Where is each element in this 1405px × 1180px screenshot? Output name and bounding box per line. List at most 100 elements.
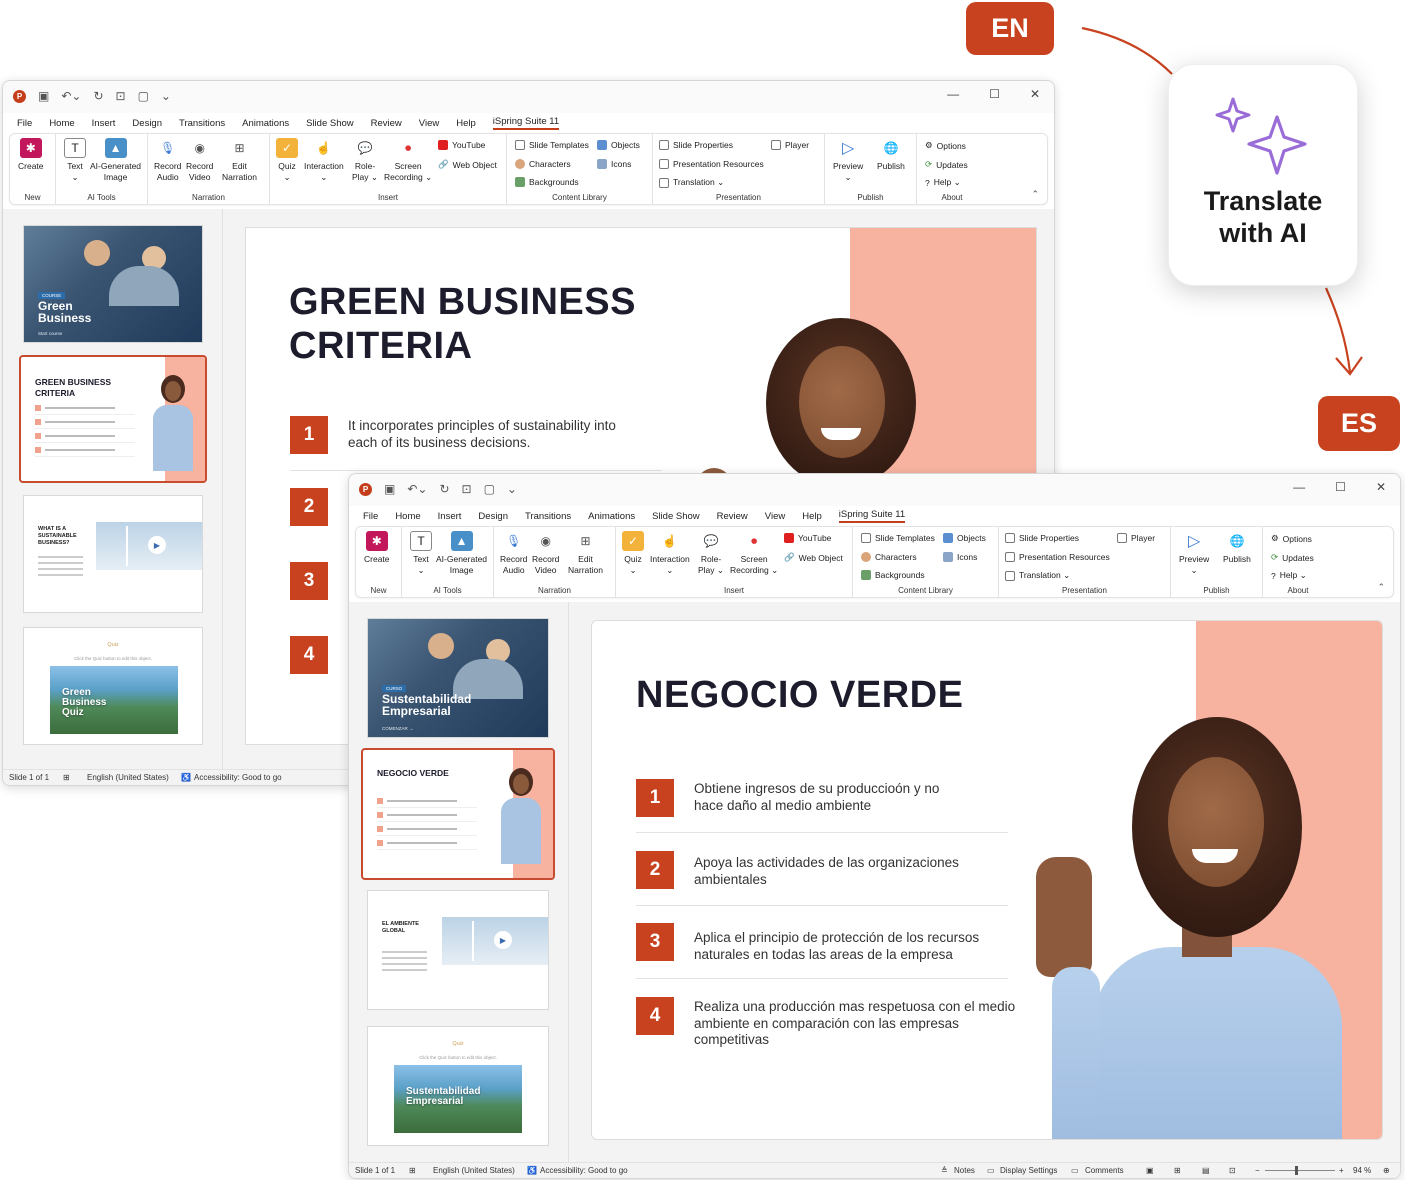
web-object-button[interactable]: 🔗 Web Object [438,159,497,170]
backgrounds-button[interactable]: Backgrounds [515,177,579,187]
tab-transitions[interactable]: Transitions [179,118,225,129]
slide-thumbnail-3[interactable]: WHAT IS A SUSTAINABLE BUSINESS? ▶ [23,495,203,613]
interaction-button[interactable]: ☝ Interaction ⌄ [304,138,344,183]
slide-thumbnail-4[interactable]: Quiz Click the Quiz button to edit this … [367,1026,549,1146]
options-button[interactable]: ⚙ Options [925,140,966,151]
translation-button[interactable]: Translation ⌄ [1005,570,1070,581]
comments-icon[interactable]: ▭ [1071,1166,1079,1175]
present-icon[interactable]: ⊡ [116,89,126,103]
updates-button[interactable]: ⟳ Updates [925,159,968,170]
comment-icon[interactable]: ▢ [138,89,149,103]
screen-recording-button[interactable]: ⏺ Screen Recording ⌄ [730,531,778,576]
slide-properties-button[interactable]: Slide Properties [1005,533,1079,543]
slide-thumbnail-1[interactable]: COURSE Green Business Start course [23,225,203,343]
player-button[interactable]: Player [1117,533,1155,543]
language-status[interactable]: English (United States) [87,773,169,782]
close-button[interactable]: ✕ [1030,87,1040,101]
undo-icon[interactable]: ↶⌄ [61,89,81,103]
tab-file[interactable]: File [363,511,378,522]
updates-button[interactable]: ⟳ Updates [1271,552,1314,563]
present-icon[interactable]: ⊡ [462,482,472,496]
tab-design[interactable]: Design [132,118,162,129]
icons-button[interactable]: Icons [943,552,977,562]
zoom-out-button[interactable]: − [1255,1166,1260,1175]
help-button[interactable]: ? Help ⌄ [1271,570,1307,581]
tab-review[interactable]: Review [371,118,402,129]
language-status[interactable]: English (United States) [433,1166,515,1175]
record-video-button[interactable]: ◉ Record Video [186,138,213,183]
tab-home[interactable]: Home [395,511,420,522]
tab-slide-show[interactable]: Slide Show [652,511,700,522]
slide-canvas[interactable]: NEGOCIO VERDE 1 Obtiene ingresos de su p… [591,620,1383,1140]
interaction-button[interactable]: ☝ Interaction ⌄ [650,531,690,576]
accessibility-icon[interactable]: ♿ [181,773,191,782]
tab-insert[interactable]: Insert [92,118,116,129]
fit-slide-icon[interactable]: ⊕ [1383,1166,1390,1175]
spellcheck-icon[interactable]: ⊞ [63,773,70,782]
youtube-button[interactable]: YouTube [438,140,485,150]
preview-button[interactable]: ▷ Preview ⌄ [1179,531,1209,576]
translation-button[interactable]: Translation ⌄ [659,177,724,188]
zoom-slider-thumb[interactable] [1295,1166,1298,1175]
player-button[interactable]: Player [771,140,809,150]
help-button[interactable]: ? Help ⌄ [925,177,961,188]
slide-templates-button[interactable]: Slide Templates [861,533,935,543]
youtube-button[interactable]: YouTube [784,533,831,543]
redo-icon[interactable]: ↻ [93,89,103,103]
quiz-button[interactable]: ✓ Quiz ⌄ [276,138,298,183]
backgrounds-button[interactable]: Backgrounds [861,570,925,580]
record-audio-button[interactable]: 🎙 Record Audio [500,531,527,576]
accessibility-icon[interactable]: ♿ [527,1166,537,1175]
ai-image-button[interactable]: ▲ AI-Generated Image [436,531,487,576]
display-settings-icon[interactable]: ▭ [987,1166,995,1175]
maximize-button[interactable]: ☐ [989,87,1000,101]
role-play-button[interactable]: 💬 Role- Play ⌄ [698,531,724,576]
normal-view-icon[interactable]: ▣ [1146,1166,1154,1175]
slideshow-view-icon[interactable]: ⊡ [1229,1166,1236,1175]
presentation-resources-button[interactable]: Presentation Resources [1005,552,1110,562]
screen-recording-button[interactable]: ⏺ Screen Recording ⌄ [384,138,432,183]
tab-review[interactable]: Review [717,511,748,522]
reading-view-icon[interactable]: ▤ [1202,1166,1210,1175]
slide-properties-button[interactable]: Slide Properties [659,140,733,150]
publish-button[interactable]: 🌐 Publish [877,138,905,172]
save-icon[interactable]: ▣ [384,482,395,496]
create-button[interactable]: ✱ Create [364,531,390,565]
icons-button[interactable]: Icons [597,159,631,169]
slide-sorter-icon[interactable]: ⊞ [1174,1166,1181,1175]
zoom-in-button[interactable]: + [1339,1166,1344,1175]
tab-design[interactable]: Design [478,511,508,522]
tab-ispring-suite[interactable]: iSpring Suite 11 [838,509,906,523]
tab-view[interactable]: View [765,511,785,522]
undo-icon[interactable]: ↶⌄ [407,482,427,496]
presentation-resources-button[interactable]: Presentation Resources [659,159,764,169]
characters-button[interactable]: Characters [515,159,571,169]
tab-file[interactable]: File [17,118,32,129]
notes-button[interactable]: Notes [954,1166,975,1175]
slide-thumbnail-2[interactable]: GREEN BUSINESS CRITERIA [19,355,207,483]
slide-thumbnail-4[interactable]: Quiz Click the Quiz button to edit this … [23,627,203,745]
tab-home[interactable]: Home [49,118,74,129]
tab-animations[interactable]: Animations [588,511,635,522]
edit-narration-button[interactable]: ⊞ Edit Narration [222,138,257,183]
customize-qat-icon[interactable]: ⌄ [507,482,517,496]
close-button[interactable]: ✕ [1376,480,1386,494]
tab-slide-show[interactable]: Slide Show [306,118,354,129]
options-button[interactable]: ⚙ Options [1271,533,1312,544]
minimize-button[interactable]: — [947,87,959,101]
display-settings-button[interactable]: Display Settings [1000,1166,1057,1175]
publish-button[interactable]: 🌐 Publish [1223,531,1251,565]
objects-button[interactable]: Objects [943,533,986,543]
tab-view[interactable]: View [419,118,439,129]
tab-help[interactable]: Help [456,118,476,129]
zoom-slider[interactable] [1265,1170,1335,1171]
record-audio-button[interactable]: 🎙 Record Audio [154,138,181,183]
tab-transitions[interactable]: Transitions [525,511,571,522]
collapse-ribbon-icon[interactable]: ⌃ [1031,189,1039,200]
create-button[interactable]: ✱ Create [18,138,44,172]
translate-with-ai-card[interactable]: Translate with AI [1168,64,1358,286]
comment-icon[interactable]: ▢ [484,482,495,496]
save-icon[interactable]: ▣ [38,89,49,103]
characters-button[interactable]: Characters [861,552,917,562]
text-button[interactable]: T Text ⌄ [64,138,86,183]
